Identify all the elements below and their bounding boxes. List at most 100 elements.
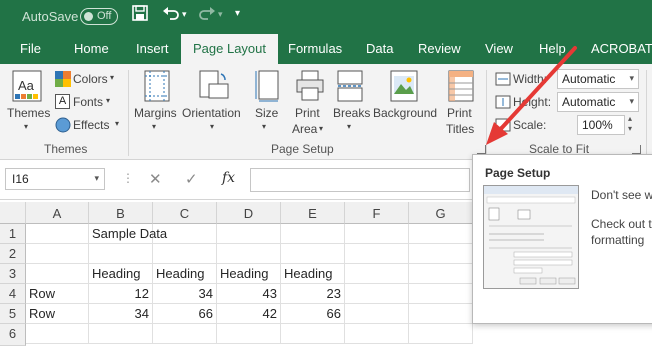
cancel-icon[interactable]: ✕ <box>149 170 162 188</box>
scale-stepper-icon[interactable]: ▴ ▾ <box>628 114 632 134</box>
colors-icon <box>55 71 71 90</box>
orientation-label: Orientation <box>182 106 241 120</box>
tab-insert[interactable]: Insert <box>136 41 169 56</box>
column-header-c[interactable]: C <box>153 202 217 224</box>
column-header-e[interactable]: E <box>281 202 345 224</box>
grid-cell[interactable] <box>345 324 409 344</box>
cell-d3[interactable]: Heading <box>217 264 281 284</box>
height-select[interactable]: Automatic ▾ <box>557 92 639 112</box>
row-header-5[interactable]: 5 <box>0 304 26 324</box>
grid-cell[interactable] <box>409 324 473 344</box>
name-box[interactable]: I16 ▾ <box>5 168 105 190</box>
row-header-4[interactable]: 4 <box>0 284 26 304</box>
colors-button[interactable]: Colors ▾ <box>53 70 123 88</box>
tab-file[interactable]: File <box>20 41 41 56</box>
grid-cell[interactable] <box>26 324 89 344</box>
redo-dropdown-icon[interactable]: ▾ <box>218 9 223 20</box>
insert-function-icon[interactable]: fx <box>222 170 235 186</box>
page-setup-dialog-launcher[interactable] <box>477 145 486 154</box>
width-select[interactable]: Automatic ▾ <box>557 69 639 89</box>
scale-icon <box>495 118 511 135</box>
save-icon[interactable] <box>132 5 148 26</box>
grid-cell[interactable] <box>217 244 281 264</box>
orientation-button[interactable]: Orientation ▾ <box>181 68 247 138</box>
print-area-button[interactable]: Print Area ▾ <box>289 68 329 138</box>
row-header-6[interactable]: 6 <box>0 324 26 346</box>
customize-icon[interactable]: ▾ <box>235 8 240 19</box>
scale-spinner[interactable]: 100% <box>577 115 625 135</box>
background-button[interactable]: Background <box>372 68 438 138</box>
cell-e5[interactable]: 66 <box>281 304 345 324</box>
select-all-corner[interactable] <box>0 202 26 224</box>
size-button[interactable]: Size ▾ <box>250 68 282 138</box>
grid-cell[interactable] <box>345 284 409 304</box>
tab-acrobat[interactable]: ACROBAT <box>591 41 652 56</box>
grid-cell[interactable] <box>153 244 217 264</box>
tab-help[interactable]: Help <box>539 41 566 56</box>
fonts-button[interactable]: A Fonts ▾ <box>53 93 123 111</box>
tab-page-layout[interactable]: Page Layout <box>181 34 279 64</box>
grid-cell[interactable] <box>345 244 409 264</box>
grid-cell[interactable] <box>217 224 281 244</box>
enter-icon[interactable]: ✓ <box>185 170 198 188</box>
undo-dropdown-icon[interactable]: ▾ <box>182 9 187 20</box>
grid-cell[interactable] <box>409 244 473 264</box>
margins-label: Margins <box>134 106 177 120</box>
tab-review[interactable]: Review <box>418 41 461 56</box>
cell-c5[interactable]: 66 <box>153 304 217 324</box>
grid-cell[interactable] <box>281 224 345 244</box>
column-header-d[interactable]: D <box>217 202 281 224</box>
print-titles-button[interactable]: Print Titles <box>442 68 480 138</box>
tab-home[interactable]: Home <box>74 41 109 56</box>
grid-cell[interactable] <box>409 304 473 324</box>
grid-cell[interactable] <box>281 324 345 344</box>
grid-cell[interactable] <box>89 324 153 344</box>
themes-button[interactable]: Aa Themes ▾ <box>6 68 50 134</box>
column-header-a[interactable]: A <box>26 202 89 224</box>
cell-b5[interactable]: 34 <box>89 304 153 324</box>
print-titles-label-2: Titles <box>446 122 475 136</box>
autosave-toggle[interactable]: Off <box>80 8 118 25</box>
cell-a4[interactable]: Row <box>26 284 89 304</box>
redo-icon[interactable] <box>198 5 216 26</box>
cell-e3[interactable]: Heading <box>281 264 345 284</box>
grid-cell[interactable] <box>217 324 281 344</box>
grid-cell[interactable] <box>345 304 409 324</box>
grid-cell[interactable] <box>153 324 217 344</box>
cell-e4[interactable]: 23 <box>281 284 345 304</box>
grid-cell[interactable] <box>409 224 473 244</box>
grid-cell[interactable] <box>26 264 89 284</box>
ribbon-tabs: File Home Insert Page Layout Formulas Da… <box>0 34 652 64</box>
grid-cell[interactable] <box>26 224 89 244</box>
cell-c4[interactable]: 34 <box>153 284 217 304</box>
column-header-b[interactable]: B <box>89 202 153 224</box>
column-header-f[interactable]: F <box>345 202 409 224</box>
formula-input[interactable] <box>250 168 470 192</box>
cell-b1[interactable]: Sample Data <box>89 224 217 244</box>
grid-cell[interactable] <box>409 284 473 304</box>
grid-cell[interactable] <box>281 244 345 264</box>
grid-cell[interactable] <box>345 224 409 244</box>
grid-cell[interactable] <box>26 244 89 264</box>
cell-b3[interactable]: Heading <box>89 264 153 284</box>
breaks-button[interactable]: Breaks ▾ <box>332 68 370 138</box>
cell-b4[interactable]: 12 <box>89 284 153 304</box>
row-header-1[interactable]: 1 <box>0 224 26 244</box>
effects-button[interactable]: Effects ▾ <box>53 116 123 134</box>
cell-a5[interactable]: Row <box>26 304 89 324</box>
tab-formulas[interactable]: Formulas <box>288 41 342 56</box>
cell-c3[interactable]: Heading <box>153 264 217 284</box>
grid-cell[interactable] <box>89 244 153 264</box>
grid-cell[interactable] <box>345 264 409 284</box>
row-header-2[interactable]: 2 <box>0 244 26 264</box>
tab-view[interactable]: View <box>485 41 513 56</box>
grid-cell[interactable] <box>409 264 473 284</box>
tab-data[interactable]: Data <box>366 41 393 56</box>
cell-d4[interactable]: 43 <box>217 284 281 304</box>
column-header-g[interactable]: G <box>409 202 473 224</box>
margins-button[interactable]: Margins ▾ <box>132 68 180 138</box>
cell-d5[interactable]: 42 <box>217 304 281 324</box>
scale-to-fit-dialog-launcher[interactable] <box>632 145 641 154</box>
undo-icon[interactable] <box>162 5 180 26</box>
row-header-3[interactable]: 3 <box>0 264 26 284</box>
